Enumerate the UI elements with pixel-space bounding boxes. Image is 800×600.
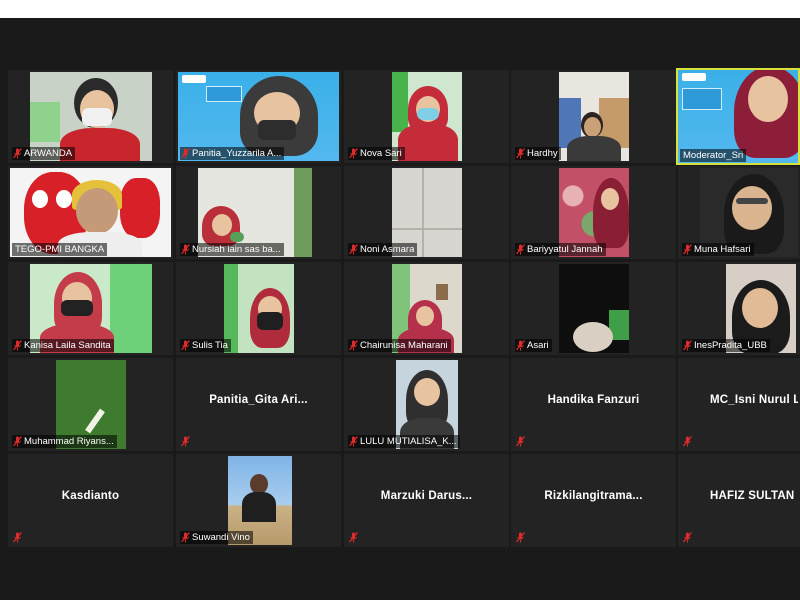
muted-mic-icon — [516, 340, 525, 351]
participant-tile[interactable]: Sulis Tia — [176, 262, 341, 355]
muted-mic-icon — [683, 340, 692, 351]
participant-name-label: Chairunisa Maharani — [348, 339, 451, 352]
participant-name-center: HAFIZ SULTAN F... — [710, 490, 798, 502]
muted-mic-icon — [181, 340, 190, 351]
participant-name-label — [515, 531, 528, 544]
muted-mic-icon — [516, 532, 525, 543]
muted-mic-icon — [349, 340, 358, 351]
muted-mic-icon — [516, 436, 525, 447]
muted-mic-icon — [516, 148, 525, 159]
participant-name-label: Nova Sari — [348, 147, 405, 160]
participant-name-label: Bariyyatul Jannah — [515, 243, 606, 256]
participant-tile[interactable]: LULU MUTIALISA_K... — [344, 358, 509, 451]
participant-name-label: Kanisa Laila Sandita — [12, 339, 114, 352]
participant-name-center: MC_Isni Nurul L... — [710, 394, 798, 406]
participant-name-center: Handika Fanzuri — [547, 394, 640, 406]
participant-tile[interactable]: Muna Hafsari — [678, 166, 800, 259]
muted-mic-icon — [516, 244, 525, 255]
participant-tile[interactable]: Kanisa Laila Sandita — [8, 262, 173, 355]
muted-mic-icon — [349, 532, 358, 543]
participant-tile[interactable]: TEGO-PMI BANGKA — [8, 166, 173, 259]
muted-mic-icon — [181, 436, 190, 447]
muted-mic-icon — [683, 244, 692, 255]
participant-tile[interactable]: Panitia_Gita Ari... — [176, 358, 341, 451]
muted-mic-icon — [349, 148, 358, 159]
participant-tile[interactable]: Marzuki Darus... — [344, 454, 509, 547]
participant-tile[interactable]: ARWANDA — [8, 70, 173, 163]
participant-name-label: Noni Asmara — [348, 243, 418, 256]
muted-mic-icon — [13, 532, 22, 543]
participant-name-label — [682, 435, 695, 448]
participant-name-label — [12, 531, 25, 544]
participant-name-center: Kasdianto — [61, 490, 120, 502]
participant-video — [559, 72, 629, 161]
participant-name-label: Sulis Tia — [180, 339, 231, 352]
participant-tile[interactable]: Nova Sari — [344, 70, 509, 163]
muted-mic-icon — [683, 436, 692, 447]
participant-name-label: Muna Hafsari — [682, 243, 754, 256]
participant-name-label: ARWANDA — [12, 147, 76, 160]
participant-tile[interactable]: Nursiah iain sas ba... — [176, 166, 341, 259]
participant-tile[interactable]: Noni Asmara — [344, 166, 509, 259]
muted-mic-icon — [349, 436, 358, 447]
muted-mic-icon — [349, 244, 358, 255]
participant-name-label: InesPradita_UBB — [682, 339, 770, 352]
participant-name-center: Panitia_Gita Ari... — [209, 394, 308, 406]
participant-video — [224, 264, 294, 353]
gallery-view: ARWANDA Panitia_Yuzzarila A... Nova Sari — [0, 62, 800, 552]
participant-name-label — [515, 435, 528, 448]
participant-name-label: Suwandi Vino — [180, 531, 253, 544]
participant-tile[interactable]: InesPradita_UBB — [678, 262, 800, 355]
participant-name-label: Nursiah iain sas ba... — [180, 243, 284, 256]
participant-tile[interactable]: Rizkilangitrama... — [511, 454, 676, 547]
participant-tile[interactable]: Bariyyatul Jannah — [511, 166, 676, 259]
participant-tile[interactable]: Suwandi Vino — [176, 454, 341, 547]
muted-mic-icon — [181, 148, 190, 159]
muted-mic-icon — [181, 244, 190, 255]
participant-name-label: Hardhy — [515, 147, 561, 160]
participant-tile-active-speaker[interactable]: Moderator_Sri — [676, 68, 800, 165]
participant-tile[interactable]: Chairunisa Maharani — [344, 262, 509, 355]
participant-tile[interactable]: Hardhy — [511, 70, 676, 163]
participant-name-label: TEGO-PMI BANGKA — [12, 243, 108, 256]
window-top-bar — [0, 0, 800, 18]
participant-tile[interactable]: Panitia_Yuzzarila A... — [176, 70, 341, 163]
participant-video — [559, 264, 629, 353]
participant-tile[interactable]: Asari — [511, 262, 676, 355]
participant-tile[interactable]: Handika Fanzuri — [511, 358, 676, 451]
participant-name-center: Marzuki Darus... — [380, 490, 473, 502]
muted-mic-icon — [683, 532, 692, 543]
participant-name-center: Rizkilangitrama... — [544, 490, 643, 502]
participant-name-label: Asari — [515, 339, 552, 352]
muted-mic-icon — [13, 148, 22, 159]
participant-name-label: Moderator_Sri — [680, 149, 747, 162]
participant-name-label — [682, 531, 695, 544]
participant-name-label — [180, 435, 193, 448]
muted-mic-icon — [13, 436, 22, 447]
participant-tile[interactable]: MC_Isni Nurul L... — [678, 358, 800, 451]
participant-name-label — [348, 531, 361, 544]
muted-mic-icon — [181, 532, 190, 543]
participant-name-label: Panitia_Yuzzarila A... — [180, 147, 285, 160]
participant-name-label: Muhammad Riyans... — [12, 435, 117, 448]
participant-tile[interactable]: Muhammad Riyans... — [8, 358, 173, 451]
participant-name-label: LULU MUTIALISA_K... — [348, 435, 460, 448]
muted-mic-icon — [13, 340, 22, 351]
participant-tile[interactable]: HAFIZ SULTAN F... — [678, 454, 800, 547]
participant-tile[interactable]: Kasdianto — [8, 454, 173, 547]
